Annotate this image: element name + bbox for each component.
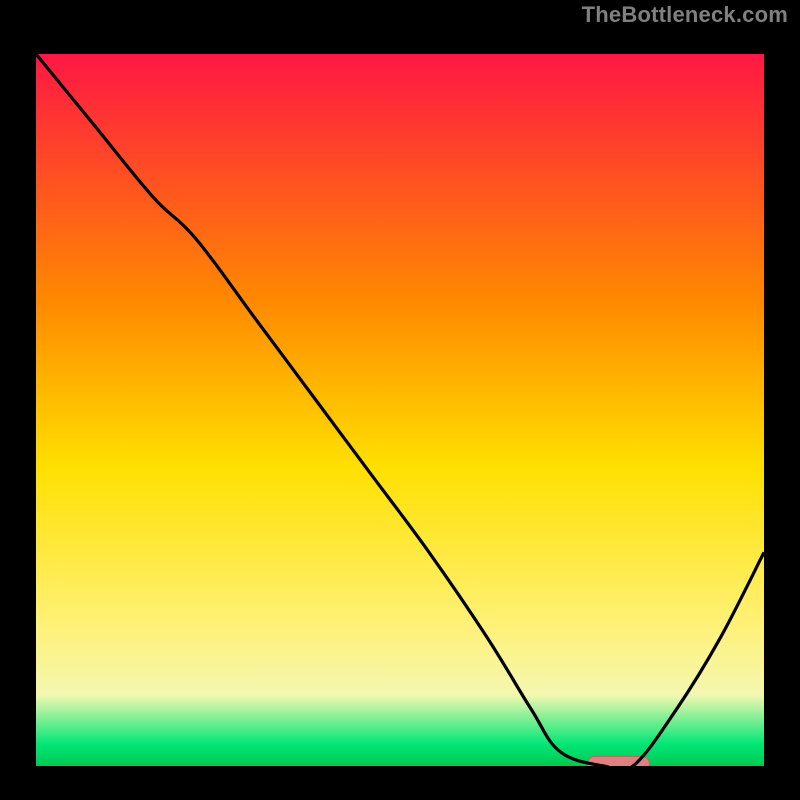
bottleneck-chart: [0, 0, 800, 800]
plot-background-gradient: [36, 54, 764, 766]
